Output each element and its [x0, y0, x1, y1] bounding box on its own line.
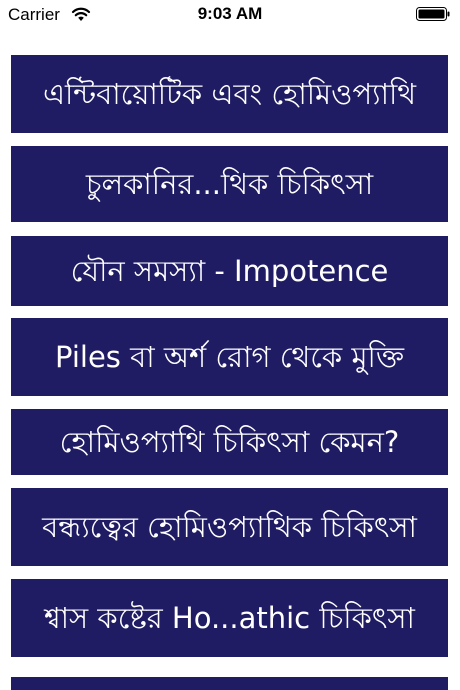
list-item-title: হোমিওপ্যাথি চিকিৎসা কেমন?	[59, 424, 400, 459]
list-item[interactable]: যৌন সমস্যা - Impotence	[11, 236, 448, 306]
list-item-title: এন্টিবায়োটিক এবং হোমিওপ্যাথি	[42, 76, 417, 111]
list-item-title: Piles বা অর্শ রোগ থেকে মুক্তি	[54, 339, 405, 374]
list-item[interactable]: হোমিওপ্যাথি চিকিৎসা কেমন?	[11, 409, 448, 475]
list-item-title: বন্ধ্যত্বের হোমিওপ্যাথিক চিকিৎসা	[42, 509, 417, 544]
list-item[interactable]: বন্ধ্যত্বের হোমিওপ্যাথিক চিকিৎসা	[11, 488, 448, 566]
list-item-title: যৌন সমস্যা - Impotence	[70, 253, 389, 288]
list-item[interactable]: শ্বাস কষ্টের Ho...athic চিকিৎসা	[11, 579, 448, 657]
article-list: এন্টিবায়োটিক এবং হোমিওপ্যাথি চুলকানির..…	[0, 0, 460, 690]
list-item[interactable]	[11, 677, 448, 690]
list-item[interactable]: এন্টিবায়োটিক এবং হোমিওপ্যাথি	[11, 55, 448, 133]
list-item-title: শ্বাস কষ্টের Ho...athic চিকিৎসা	[44, 600, 415, 635]
list-item[interactable]: Piles বা অর্শ রোগ থেকে মুক্তি	[11, 318, 448, 396]
list-item-title: চুলকানির...থিক চিকিৎসা	[85, 166, 374, 201]
list-item[interactable]: চুলকানির...থিক চিকিৎসা	[11, 146, 448, 222]
